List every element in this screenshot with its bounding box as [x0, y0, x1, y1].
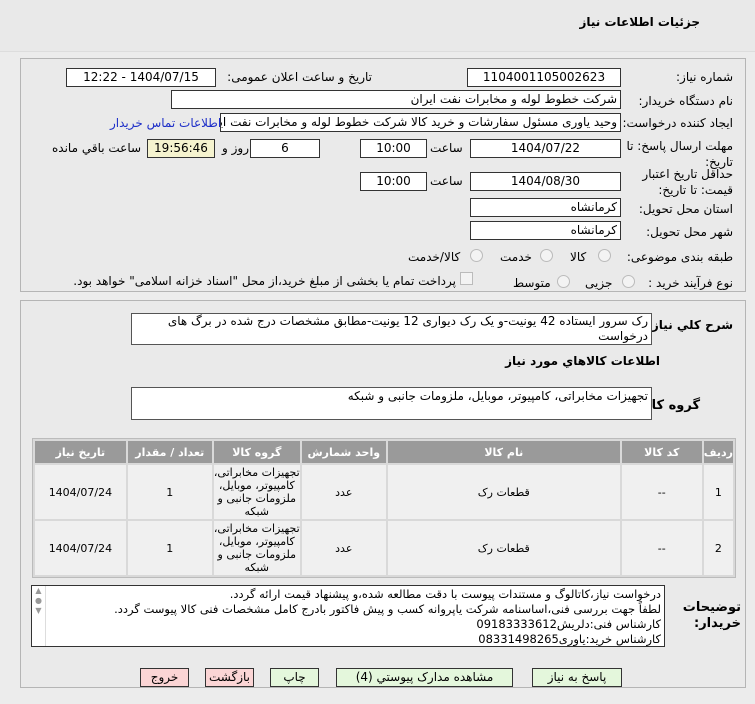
cell-date: 1404/07/24	[35, 465, 126, 519]
deadline-time-field: 10:00	[360, 139, 427, 158]
view-attachments-button[interactable]: مشاهده مدارک پیوستي (4)	[336, 668, 513, 687]
days-label: روز و	[222, 141, 249, 155]
col-name: نام کالا	[387, 441, 620, 463]
deadline-time-label: ساعت	[430, 141, 463, 155]
need-number-field: 1104001105002623	[467, 68, 621, 87]
goods-table: ردیف کد کالا نام کالا واحد شمارش گروه کا…	[32, 438, 736, 578]
notes-line: کارشناس فنی:دلریش09183333612	[476, 617, 661, 631]
cell-date: 1404/07/24	[35, 521, 126, 575]
notes-line: لطفاً جهت بررسی فنی،اساسنامه شرکت یاپروا…	[114, 602, 661, 616]
category-radio-goods[interactable]	[598, 249, 611, 262]
notes-label: توضیحات خریدار:	[682, 600, 741, 631]
province-label: استان محل تحویل:	[638, 202, 733, 216]
page-title: جزئیات اطلاعات نیاز	[579, 15, 700, 29]
validity-time-field: 10:00	[360, 172, 427, 191]
validity-time-label: ساعت	[430, 174, 463, 188]
remaining-label: ساعت باقي مانده	[52, 141, 142, 155]
province-field: کرمانشاه	[470, 198, 621, 217]
goods-group-field[interactable]: تجهیزات مخابراتی، کامپیوتر، موبایل، ملزو…	[131, 387, 652, 420]
col-code: کد کالا	[621, 441, 702, 463]
cell-group: تجهیزات مخابراتی، کامپیوتر، موبایل، ملزو…	[213, 521, 300, 575]
col-row: ردیف	[703, 441, 733, 463]
description-label: شرح كلي نياز:	[647, 318, 733, 332]
cell-group: تجهیزات مخابراتی، کامپیوتر، موبایل، ملزو…	[213, 465, 300, 519]
city-field: کرمانشاه	[470, 221, 621, 240]
exit-button[interactable]: خروج	[140, 668, 189, 687]
buyer-org-label: نام دستگاه خریدار:	[638, 94, 734, 108]
creator-label: ایجاد کننده درخواست:	[622, 116, 733, 130]
cell-unit: عدد	[301, 521, 386, 575]
reply-button[interactable]: پاسخ به نیاز	[532, 668, 622, 687]
col-group: گروه کالا	[213, 441, 300, 463]
category-option-service: خدمت	[500, 250, 532, 264]
treasury-checkbox[interactable]	[460, 272, 473, 285]
print-button[interactable]: چاپ	[270, 668, 319, 687]
remaining-time-field: 19:56:46	[147, 139, 215, 158]
need-number-label: شماره نیاز:	[676, 70, 733, 84]
days-field: 6	[250, 139, 320, 158]
col-unit: واحد شمارش	[301, 441, 386, 463]
cell-code: --	[621, 465, 702, 519]
cell-unit: عدد	[301, 465, 386, 519]
notes-field[interactable]: درخواست نیاز،کاتالوگ و مستندات پیوست با …	[31, 585, 665, 647]
process-radio-medium[interactable]	[557, 275, 570, 288]
validity-date-field: 1404/08/30	[470, 172, 621, 191]
col-date: تاریخ نیاز	[35, 441, 126, 463]
cell-row: 2	[703, 521, 733, 575]
contact-buyer-link[interactable]: اطلاعات تماس خریدار	[110, 116, 221, 130]
category-option-both: کالا/خدمت	[408, 250, 461, 264]
validity-label: حداقل تاریخ اعتبار قیمت: تا تاریخ:	[642, 167, 733, 197]
cell-row: 1	[703, 465, 733, 519]
cell-code: --	[621, 521, 702, 575]
category-label: طبقه بندی موضوعی:	[626, 250, 733, 264]
announce-label: تاریخ و ساعت اعلان عمومی:	[227, 70, 372, 84]
notes-scrollbar[interactable]: ▲ ● ▼	[32, 586, 46, 646]
cell-qty: 1	[127, 465, 212, 519]
deadline-date-field: 1404/07/22	[470, 139, 621, 158]
cell-qty: 1	[127, 521, 212, 575]
payment-note: پرداخت تمام یا بخشی از مبلغ خرید،از محل …	[73, 274, 456, 288]
col-qty: تعداد / مقدار	[127, 441, 212, 463]
process-radio-minor[interactable]	[622, 275, 635, 288]
city-label: شهر محل تحویل:	[646, 225, 733, 239]
notes-line: کارشناس خرید:یاوری08331498265	[478, 632, 661, 646]
category-radio-service[interactable]	[540, 249, 553, 262]
goods-info-title: اطلاعات كالاهاي مورد نياز	[505, 354, 660, 368]
buyer-org-field: شرکت خطوط لوله و مخابرات نفت ایران	[171, 90, 621, 109]
category-radio-both[interactable]	[470, 249, 483, 262]
process-label: نوع فرآیند خرید :	[648, 276, 733, 290]
creator-field: وحید یاوری مسئول سفارشات و خرید کالا شرک…	[220, 113, 621, 132]
notes-line: درخواست نیاز،کاتالوگ و مستندات پیوست با …	[229, 587, 661, 601]
category-option-goods: کالا	[570, 250, 587, 264]
table-row: 1 -- قطعات رک عدد تجهیزات مخابراتی، کامپ…	[35, 465, 733, 519]
description-field[interactable]: رک سرور ایستاده 42 یونیت-و یک رک دیواری …	[131, 313, 652, 345]
process-option-medium: متوسط	[513, 276, 551, 290]
cell-name: قطعات رک	[387, 465, 620, 519]
cell-name: قطعات رک	[387, 521, 620, 575]
back-button[interactable]: بازگشت	[205, 668, 254, 687]
table-row: 2 -- قطعات رک عدد تجهیزات مخابراتی، کامپ…	[35, 521, 733, 575]
announce-field: 1404/07/15 - 12:22	[66, 68, 216, 87]
process-option-minor: جزیی	[585, 276, 613, 290]
